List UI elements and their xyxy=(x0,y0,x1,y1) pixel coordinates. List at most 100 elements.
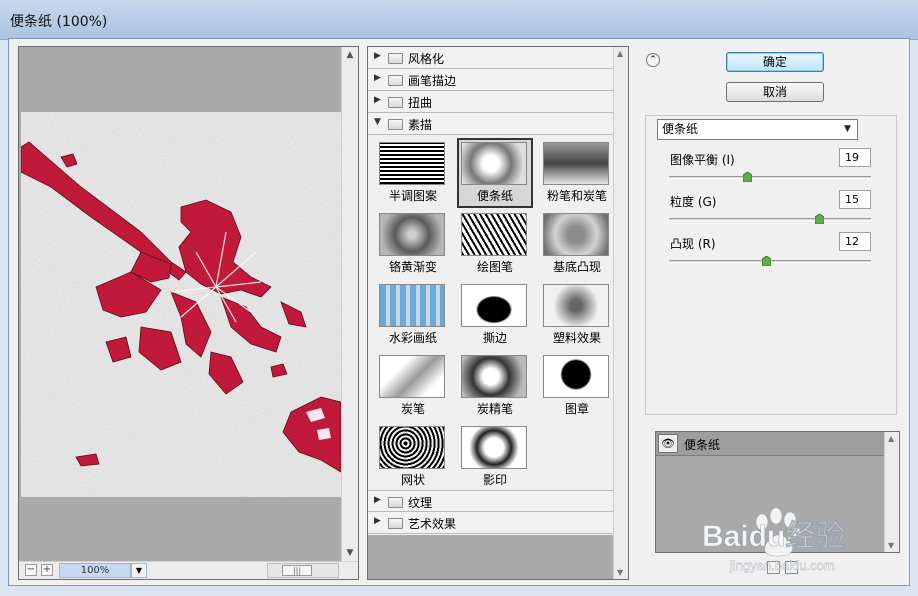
category-label: 艺术效果 xyxy=(408,517,457,531)
category-texture[interactable]: ▶ 纹理 xyxy=(368,490,614,512)
title-bar: 便条纸 (100%) xyxy=(0,0,918,40)
preview-image[interactable] xyxy=(21,112,341,497)
scroll-up-icon[interactable]: ▲ xyxy=(617,49,623,58)
category-label: 画笔描边 xyxy=(408,74,457,88)
scroll-down-icon[interactable]: ▼ xyxy=(617,568,623,577)
filter-thumbnail[interactable]: 塑料效果 xyxy=(536,280,618,350)
filter-thumbnail[interactable]: 撕边 xyxy=(454,280,536,350)
baidu-logo: Baidu经验 jingyan.baidu.com xyxy=(702,507,846,573)
image-balance-slider[interactable] xyxy=(669,171,871,183)
preview-horizontal-scrollbar[interactable]: ||| xyxy=(267,563,339,578)
zoom-dropdown-icon[interactable]: ▼ xyxy=(131,563,147,578)
filter-gallery-list: ▶ 风格化 ▶ 画笔描边 ▶ 扭曲 ▼ 素描 半调图案 便条纸 粉笔和炭笔铬黄渐变 绘… xyxy=(368,47,614,579)
filter-preview-icon xyxy=(461,355,527,398)
relief-field[interactable]: 12 xyxy=(839,232,871,251)
category-stylize[interactable]: ▶ 风格化 xyxy=(368,47,614,69)
image-balance-field[interactable]: 19 xyxy=(839,148,871,167)
dropdown-arrow-icon[interactable]: ▼ xyxy=(840,122,855,137)
preview-vertical-scrollbar[interactable]: ▲ ▼ xyxy=(341,47,358,561)
filter-label: 铬黄渐变 xyxy=(388,260,437,274)
expand-icon: ▶ xyxy=(374,51,381,61)
folder-icon xyxy=(388,53,403,64)
filter-preview-icon xyxy=(461,142,527,185)
param-label-image-balance: 图像平衡 (I) xyxy=(670,153,735,167)
filter-label: 塑料效果 xyxy=(552,331,601,345)
category-label: 风格化 xyxy=(408,52,445,66)
filter-thumbnail[interactable]: 图章 xyxy=(536,351,618,421)
scroll-up-icon[interactable]: ▲ xyxy=(888,434,894,443)
filter-preview-icon xyxy=(543,284,609,327)
slider-knob-icon[interactable] xyxy=(814,213,824,225)
filter-label: 炭精笔 xyxy=(476,402,513,416)
cancel-button[interactable]: 取消 xyxy=(726,82,824,102)
filter-label: 半调图案 xyxy=(388,189,437,203)
collapse-gallery-icon[interactable]: ⌃ xyxy=(646,53,660,67)
gallery-scrollbar[interactable]: ▲ ▼ xyxy=(613,47,628,579)
filter-thumbnail[interactable]: 网状 xyxy=(372,422,454,492)
folder-open-icon xyxy=(388,119,403,130)
filter-preview-icon xyxy=(379,142,445,185)
watermark-brand: Baidu经验 xyxy=(702,519,845,553)
filter-preview-icon xyxy=(543,355,609,398)
filter-label: 水彩画纸 xyxy=(388,331,437,345)
slider-knob-icon[interactable] xyxy=(742,171,753,183)
category-distort[interactable]: ▶ 扭曲 xyxy=(368,91,614,113)
window-title: 便条纸 (100%) xyxy=(10,14,108,30)
watermark-url: jingyan.baidu.com xyxy=(729,558,835,573)
expand-icon: ▶ xyxy=(374,73,381,83)
category-label: 扭曲 xyxy=(408,96,433,110)
zoom-level[interactable]: 100% xyxy=(59,563,131,578)
scroll-down-icon[interactable]: ▼ xyxy=(342,545,358,561)
zoom-in-button[interactable]: + xyxy=(41,564,53,576)
filter-thumbnail[interactable]: 水彩画纸 xyxy=(372,280,454,350)
filter-preview-icon xyxy=(461,426,527,469)
filter-label: 粉笔和炭笔 xyxy=(546,189,607,203)
effect-layer-row[interactable]: 👁 便条纸 xyxy=(656,432,885,456)
graininess-field[interactable]: 15 xyxy=(839,190,871,209)
category-brush-strokes[interactable]: ▶ 画笔描边 xyxy=(368,69,614,91)
ok-button[interactable]: 确定 xyxy=(726,52,824,72)
filter-thumbnail[interactable]: 绘图笔 xyxy=(454,209,536,279)
filter-label: 网状 xyxy=(400,473,425,487)
scroll-up-icon[interactable]: ▲ xyxy=(342,47,358,63)
filter-thumbnail[interactable]: 铬黄渐变 xyxy=(372,209,454,279)
filter-label: 影印 xyxy=(482,473,507,487)
effect-layer-name: 便条纸 xyxy=(684,438,721,452)
filter-label: 绘图笔 xyxy=(476,260,513,274)
filter-label: 撕边 xyxy=(482,331,507,345)
filter-thumbnail[interactable]: 炭精笔 xyxy=(454,351,536,421)
expand-icon: ▶ xyxy=(374,495,381,505)
filter-preview-icon xyxy=(379,355,445,398)
category-sketch[interactable]: ▼ 素描 xyxy=(368,113,614,135)
zoom-out-button[interactable]: − xyxy=(25,564,37,576)
folder-icon xyxy=(388,75,403,86)
param-label-relief: 凸现 (R) xyxy=(670,237,716,251)
category-artistic[interactable]: ▶ 艺术效果 xyxy=(368,512,614,534)
filter-preview-icon xyxy=(543,142,609,185)
filter-label: 基底凸现 xyxy=(552,260,601,274)
filter-preview-icon xyxy=(379,426,445,469)
eye-visibility-icon[interactable]: 👁 xyxy=(658,434,678,453)
expand-icon: ▶ xyxy=(374,95,381,105)
filter-select[interactable]: 便条纸 ▼ xyxy=(657,119,858,140)
filter-preview-icon xyxy=(461,213,527,256)
filter-preview-icon xyxy=(379,284,445,327)
expand-icon: ▶ xyxy=(374,516,381,526)
filter-select-value: 便条纸 xyxy=(662,122,699,136)
filter-label: 图章 xyxy=(564,402,589,416)
scroll-thumb[interactable]: ||| xyxy=(282,565,312,576)
filter-thumbnail[interactable]: 半调图案 xyxy=(372,138,454,208)
filter-thumbnail[interactable]: 基底凸现 xyxy=(536,209,618,279)
filter-thumbnails: 半调图案 便条纸 粉笔和炭笔铬黄渐变 绘图笔 基底凸现水彩画纸 撕边 塑料效果炭笔 炭精笔 图章… xyxy=(368,138,614,490)
filter-thumbnail[interactable]: 便条纸 xyxy=(454,138,536,208)
preview-artwork xyxy=(21,112,341,497)
slider-knob-icon[interactable] xyxy=(761,255,772,267)
filter-thumbnail[interactable]: 影印 xyxy=(454,422,536,492)
filter-thumbnail[interactable]: 炭笔 xyxy=(372,351,454,421)
filter-thumbnail[interactable]: 粉笔和炭笔 xyxy=(536,138,618,208)
relief-slider[interactable] xyxy=(669,255,871,267)
folder-icon xyxy=(388,97,403,108)
collapse-icon: ▼ xyxy=(374,117,381,127)
preview-pane: ▲ ▼ − + 100% ▼ ||| xyxy=(18,46,359,580)
graininess-slider[interactable] xyxy=(669,213,871,225)
